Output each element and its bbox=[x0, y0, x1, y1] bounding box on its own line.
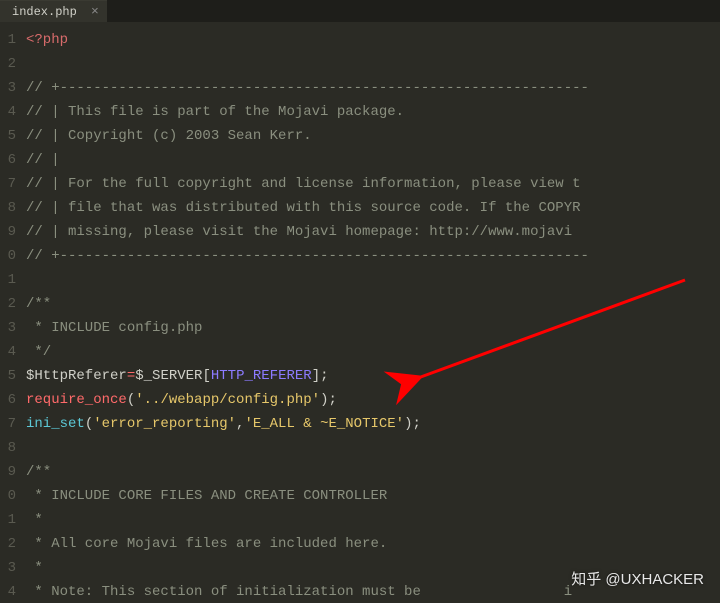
line-number: 1 bbox=[0, 508, 18, 532]
line-number: 1 bbox=[0, 28, 18, 52]
code-line: ini_set('error_reporting','E_ALL & ~E_NO… bbox=[26, 412, 720, 436]
line-number: 4 bbox=[0, 100, 18, 124]
line-number: 7 bbox=[0, 412, 18, 436]
code-line: <?php bbox=[26, 28, 720, 52]
tab-filename: index.php bbox=[12, 5, 77, 19]
code-line: /** bbox=[26, 292, 720, 316]
line-number: 2 bbox=[0, 532, 18, 556]
code-line bbox=[26, 268, 720, 292]
code-line: // | Copyright (c) 2003 Sean Kerr. bbox=[26, 124, 720, 148]
code-line: /** bbox=[26, 460, 720, 484]
line-number: 3 bbox=[0, 316, 18, 340]
line-number: 6 bbox=[0, 388, 18, 412]
line-number: 8 bbox=[0, 196, 18, 220]
code-line: */ bbox=[26, 340, 720, 364]
code-line: * INCLUDE config.php bbox=[26, 316, 720, 340]
editor: 1234567890123456789012345 <?php // +-----… bbox=[0, 22, 720, 603]
line-number: 4 bbox=[0, 580, 18, 603]
code-line: // | missing, please visit the Mojavi ho… bbox=[26, 220, 720, 244]
code-line: // | For the full copyright and license … bbox=[26, 172, 720, 196]
code-line bbox=[26, 436, 720, 460]
code-line: // +------------------------------------… bbox=[26, 76, 720, 100]
code-area[interactable]: <?php // +-------------------------------… bbox=[18, 22, 720, 603]
code-line: * All core Mojavi files are included her… bbox=[26, 532, 720, 556]
line-number: 9 bbox=[0, 220, 18, 244]
watermark: 知乎 @UXHACKER bbox=[571, 568, 704, 589]
line-number: 5 bbox=[0, 124, 18, 148]
code-line bbox=[26, 52, 720, 76]
line-number: 3 bbox=[0, 76, 18, 100]
tab-bar: index.php × bbox=[0, 0, 720, 22]
code-line: // | file that was distributed with this… bbox=[26, 196, 720, 220]
line-number: 5 bbox=[0, 364, 18, 388]
line-number: 2 bbox=[0, 292, 18, 316]
code-line: // | bbox=[26, 148, 720, 172]
line-gutter: 1234567890123456789012345 bbox=[0, 22, 18, 603]
line-number: 6 bbox=[0, 148, 18, 172]
code-line: * INCLUDE CORE FILES AND CREATE CONTROLL… bbox=[26, 484, 720, 508]
code-line: $HttpReferer=$_SERVER[HTTP_REFERER]; bbox=[26, 364, 720, 388]
line-number: 3 bbox=[0, 556, 18, 580]
line-number: 9 bbox=[0, 460, 18, 484]
line-number: 4 bbox=[0, 340, 18, 364]
code-line: require_once('../webapp/config.php'); bbox=[26, 388, 720, 412]
close-icon[interactable]: × bbox=[91, 5, 99, 18]
code-line: // | This file is part of the Mojavi pac… bbox=[26, 100, 720, 124]
line-number: 8 bbox=[0, 436, 18, 460]
code-line: // +------------------------------------… bbox=[26, 244, 720, 268]
line-number: 1 bbox=[0, 268, 18, 292]
line-number: 7 bbox=[0, 172, 18, 196]
line-number: 0 bbox=[0, 244, 18, 268]
line-number: 0 bbox=[0, 484, 18, 508]
tab-index-php[interactable]: index.php × bbox=[0, 0, 107, 22]
code-line: * bbox=[26, 508, 720, 532]
line-number: 2 bbox=[0, 52, 18, 76]
